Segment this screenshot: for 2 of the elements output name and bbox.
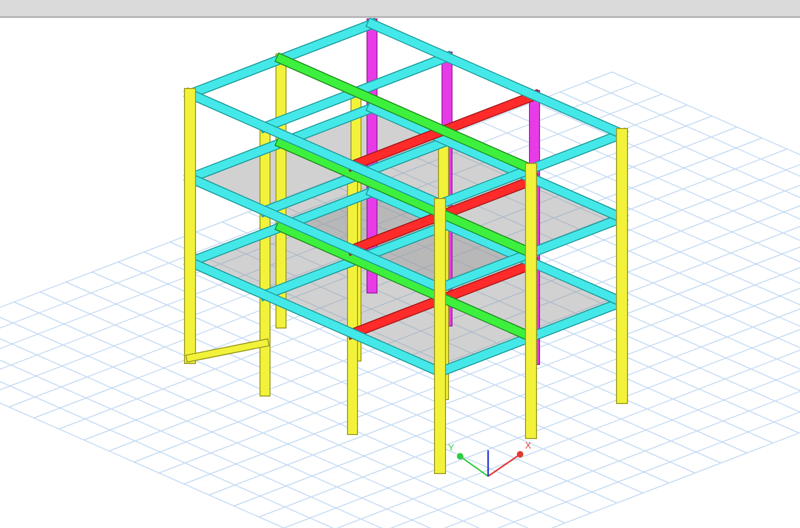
axis-label: X [525, 440, 532, 450]
axis-label: Y [448, 442, 454, 452]
